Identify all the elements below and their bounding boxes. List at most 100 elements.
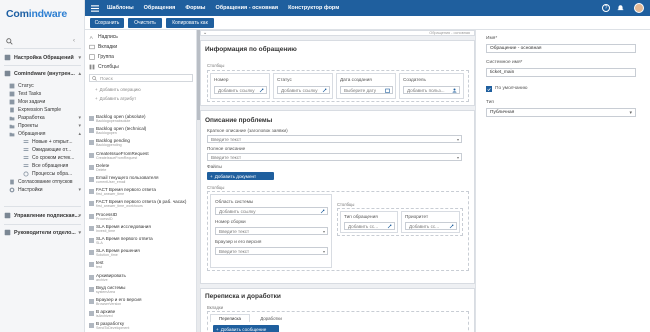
system-name-label: Системное имя* — [486, 60, 523, 65]
section-correspondence[interactable]: Переписка и доработки Вкладки Переписка … — [200, 288, 475, 332]
toolbox-search-input[interactable]: Поиск — [89, 74, 193, 82]
section-title: Описание проблемы — [205, 117, 273, 124]
system-name-input[interactable]: ticket_main — [486, 68, 636, 77]
attribute-item[interactable]: Вкуд системы systemArea — [89, 285, 191, 294]
attribute-item[interactable]: Backlog open (technical) Backlogopen — [89, 126, 191, 135]
attribute-item[interactable]: В архиве isArchived — [89, 309, 191, 318]
breadcrumb-forms[interactable]: Формы — [185, 5, 205, 11]
copy-as-button[interactable]: Копировать как — [166, 18, 214, 28]
creator-field[interactable]: Добавить польз... — [403, 86, 460, 94]
attribute-item[interactable]: SLA Время решения Solution_time — [89, 248, 191, 257]
column-number[interactable]: Номер Добавить ссылку — [210, 73, 270, 99]
form-name-input[interactable]: Обращение - основная — [486, 44, 636, 53]
avatar[interactable] — [634, 3, 644, 13]
number-field[interactable]: Добавить ссылку — [214, 86, 267, 94]
section-title: Информация по обращению — [205, 46, 297, 53]
attribute-item[interactable]: Браузер и его версия BrowserVersion — [89, 297, 191, 306]
widget-tabs[interactable]: Вкладки — [89, 43, 117, 51]
short-desc-label: Краткое описание (заголовок заявки) — [207, 128, 288, 133]
help-icon[interactable]: ? — [602, 4, 610, 12]
request-type-field[interactable]: Добавить сс... — [344, 222, 395, 230]
attribute-icon — [89, 238, 94, 243]
column-right[interactable]: Столбцы Тип обращения Добавить сс... При… — [335, 194, 466, 268]
attribute-icon — [89, 323, 94, 329]
collapse-sidebar-icon[interactable]: ‹ — [73, 38, 75, 44]
chevron-down-icon: ▾ — [629, 110, 632, 116]
created-date-field[interactable]: Выберите дату — [340, 86, 393, 94]
column-created-date[interactable]: Дата создания Выберите дату — [336, 73, 396, 99]
sidebar-item-settings-sub[interactable]: Настройки ▾ — [0, 184, 85, 195]
search-icon[interactable] — [6, 38, 13, 45]
save-button[interactable]: Сохранить — [90, 18, 124, 28]
menu-icon[interactable] — [91, 4, 99, 12]
system-area-field[interactable]: Добавить ссылку — [215, 207, 328, 215]
priority-field[interactable]: Добавить сс... — [405, 222, 457, 230]
clear-button[interactable]: Очистить — [128, 18, 162, 28]
attribute-item[interactable]: ProcessID ProcessID — [89, 212, 191, 221]
attribute-icon — [89, 201, 94, 207]
add-attribute-link[interactable]: + Добавить атрибут — [95, 94, 136, 102]
sidebar-item-subscriptions[interactable]: Управление подпиская... ▾ — [0, 210, 85, 221]
attribute-item[interactable]: В разработку SendToDevelopment — [89, 321, 191, 330]
plus-icon: + — [210, 173, 213, 179]
column-priority[interactable]: Приоритет Добавить сс... — [401, 211, 460, 233]
tab-improvements[interactable]: Доработки — [251, 314, 291, 322]
chevron-down-icon: ▾ — [456, 155, 459, 160]
attribute-item[interactable]: Backlog open (absolute) Backlogopenabsolu… — [89, 114, 191, 123]
breadcrumb-form-designer: Конструктор форм — [288, 5, 340, 11]
build-number-input[interactable]: Введите текст ▾ — [215, 227, 328, 235]
sidebar-item-settings[interactable]: Настройка Обращений ▾ — [0, 52, 85, 63]
short-desc-input[interactable]: Введите текст ▾ — [207, 135, 462, 143]
attribute-item[interactable]: Backlog pending Backlogpending — [89, 138, 191, 147]
breadcrumb-templates[interactable]: Шаблоны — [107, 5, 134, 11]
add-message-button[interactable]: + Добавить сообщение — [213, 325, 279, 332]
attribute-item[interactable]: test test — [89, 260, 191, 269]
attribute-item[interactable]: SLA Время исследования Investi_time — [89, 224, 191, 233]
breadcrumb-form-main[interactable]: Обращения - основная — [215, 5, 278, 11]
attribute-icon — [89, 128, 94, 134]
attribute-item[interactable]: FACT Время первого ответа (в раб. часах)… — [89, 199, 191, 208]
files-label: Файлы — [207, 164, 222, 169]
sidebar-item-managers[interactable]: Руководители отдело... ▾ — [0, 227, 85, 238]
section-request-info[interactable]: Информация по обращению Столбцы Номер До… — [200, 40, 475, 106]
browser-version-input[interactable]: Введите текст ▾ — [215, 247, 328, 255]
type-select[interactable]: Публичная ▾ — [486, 108, 636, 117]
column-left[interactable]: Область системы Добавить ссылку Номер сб… — [210, 194, 332, 268]
action-bar: Сохранить Очистить Копировать как — [85, 16, 650, 30]
collapse-icon[interactable]: ⌄ — [203, 30, 207, 36]
status-field[interactable]: Добавить ссылку — [277, 86, 330, 94]
attribute-item[interactable]: Email текущего пользователя currentUser_e… — [89, 175, 191, 184]
column-status[interactable]: Статус Добавить ссылку — [273, 73, 333, 99]
comindware-logo[interactable]: Comindware — [6, 8, 67, 20]
attribute-icon — [89, 152, 94, 158]
default-checkbox[interactable] — [486, 86, 492, 92]
attribute-item[interactable]: FACT Время первого ответа first_answer_ti… — [89, 187, 191, 196]
notifications-icon[interactable] — [616, 4, 624, 12]
attribute-item[interactable]: SLA Время первого ответа SLA — [89, 236, 191, 245]
widget-columns[interactable]: Столбцы — [89, 63, 119, 71]
divider — [4, 65, 81, 66]
sidebar-item-app[interactable]: Comindware (внутрен... ▴ — [0, 68, 85, 79]
widget-label[interactable]: A Надпись — [89, 33, 118, 41]
add-operation-link[interactable]: + Добавить операцию — [95, 85, 141, 93]
search-icon — [92, 76, 97, 82]
attribute-item[interactable]: Архивировать archive — [89, 273, 191, 282]
link-icon — [449, 224, 454, 229]
widget-group[interactable]: Группа — [89, 53, 114, 61]
chevron-down-icon: ▾ — [322, 249, 325, 254]
attribute-item[interactable]: Delete Delete — [89, 163, 191, 172]
attribute-icon — [89, 225, 94, 231]
tab-correspondence[interactable]: Переписка — [210, 314, 250, 322]
section-problem-description[interactable]: Описание проблемы Краткое описание (заго… — [200, 110, 475, 284]
full-desc-label: Полное описание — [207, 146, 246, 151]
tabs-icon — [89, 44, 95, 50]
breadcrumb-requests[interactable]: Обращения — [144, 5, 176, 11]
add-document-button[interactable]: + Добавить документ — [207, 172, 274, 180]
attribute-icon — [89, 286, 94, 292]
column-request-type[interactable]: Тип обращения Добавить сс... — [340, 211, 398, 233]
column-creator[interactable]: Создатель Добавить польз... — [399, 73, 464, 99]
full-desc-input[interactable]: Введите текст ▾ — [207, 153, 462, 161]
columns-label: Столбцы — [207, 185, 225, 190]
link-icon — [259, 88, 264, 93]
attribute-item[interactable]: CreateIssueFromRequest CreateIssueFromReq… — [89, 151, 191, 160]
